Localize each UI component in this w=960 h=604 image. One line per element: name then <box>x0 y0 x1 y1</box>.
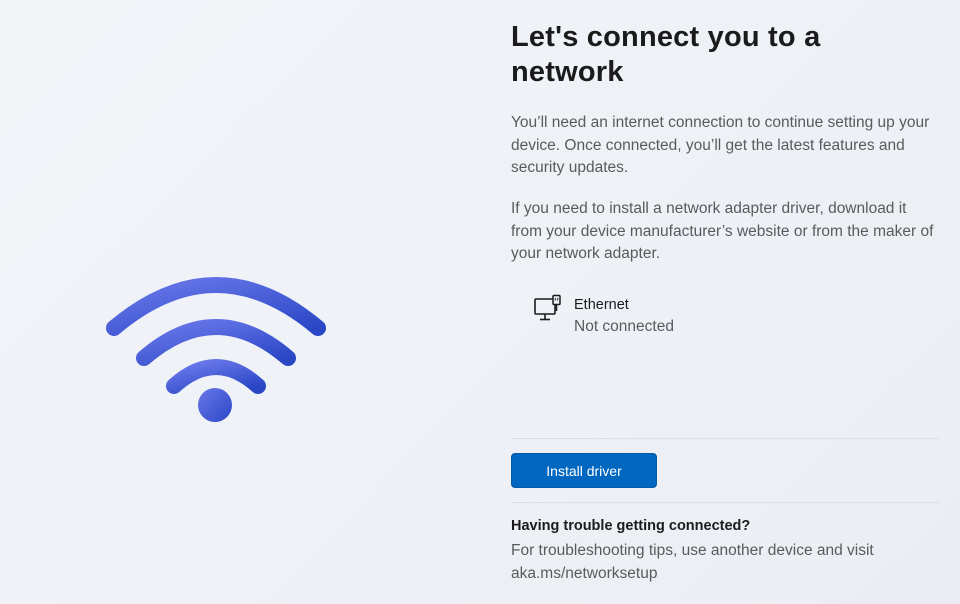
illustration-pane <box>0 0 480 604</box>
wifi-icon <box>106 277 326 422</box>
help-text: For troubleshooting tips, use another de… <box>511 542 874 582</box>
divider <box>511 502 939 503</box>
description-paragraph: You’ll need an internet connection to co… <box>511 114 930 176</box>
page-title: Let's connect you to a network <box>511 21 821 88</box>
network-name: Ethernet <box>574 297 629 313</box>
content-pane: Let's connect you to a network You’ll ne… <box>511 0 941 604</box>
driver-info-paragraph: If you need to install a network adapter… <box>511 200 934 262</box>
ethernet-icon <box>534 294 561 321</box>
network-item-ethernet[interactable]: Ethernet Not connected <box>533 292 793 342</box>
network-status: Not connected <box>574 318 674 335</box>
help-heading: Having trouble getting connected? <box>511 518 751 534</box>
install-driver-button[interactable]: Install driver <box>511 453 657 488</box>
divider <box>511 438 939 439</box>
